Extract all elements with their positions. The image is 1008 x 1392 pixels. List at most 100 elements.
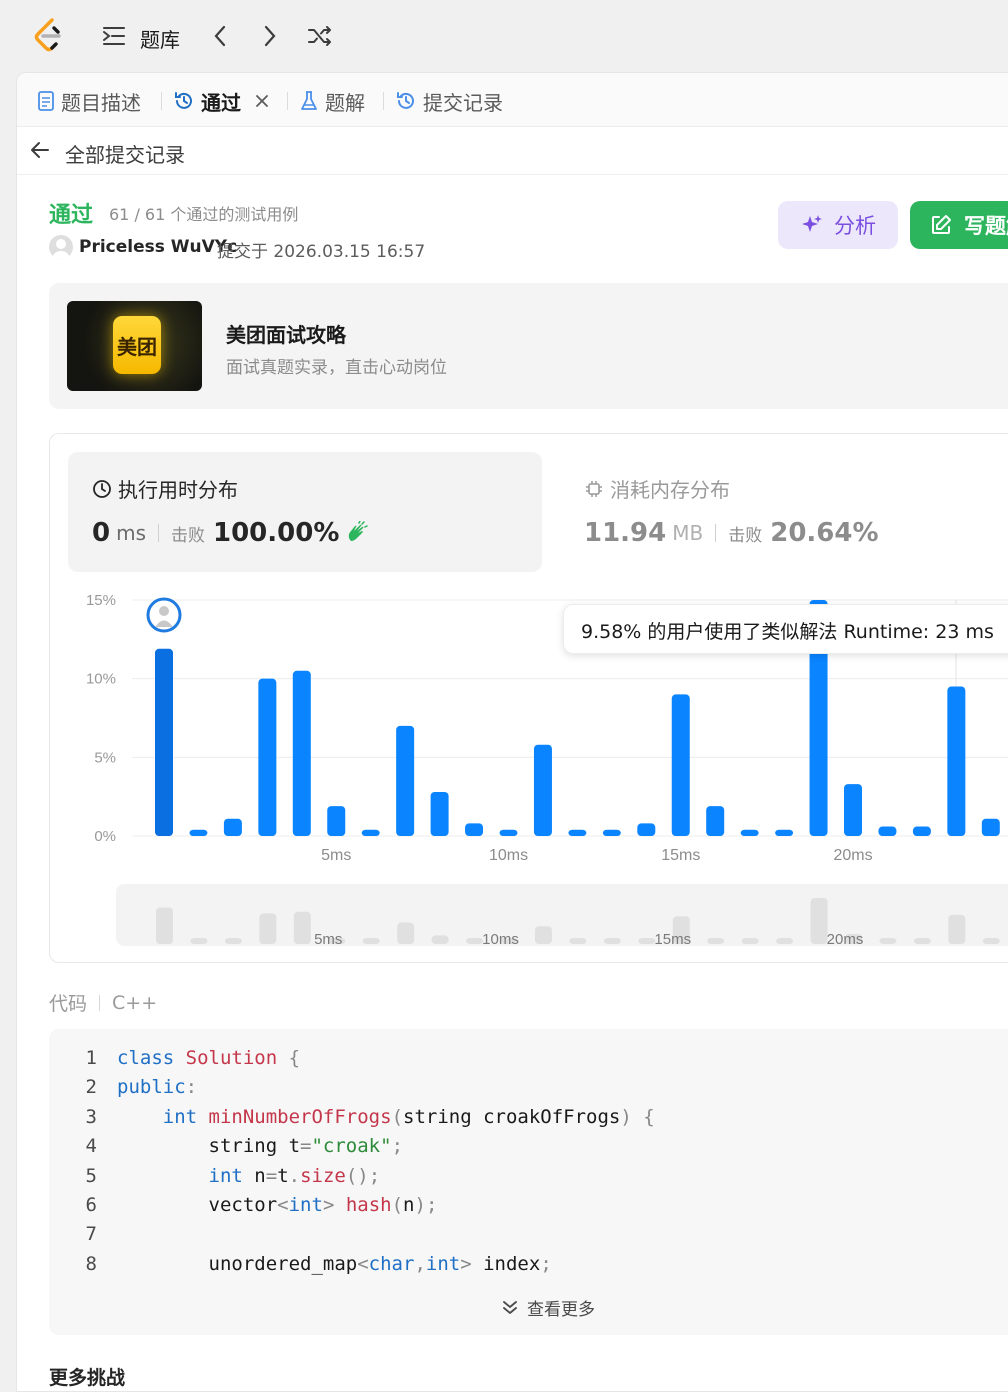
- tab-divider: [287, 92, 288, 110]
- chart-bar: [258, 678, 277, 836]
- username[interactable]: Priceless WuVYc: [79, 237, 237, 257]
- code-token: ) {: [620, 1105, 655, 1128]
- code-token: unordered_map: [117, 1252, 358, 1275]
- avatar-icon: [159, 606, 169, 616]
- performance-panel: 执行用时分布 0 ms 击败 100.00% 消耗内存分布 11.94 MB 击…: [49, 433, 1008, 963]
- runtime-beat-value: 100.00%: [213, 518, 340, 548]
- code-token: >: [460, 1252, 484, 1275]
- code-line: 2 public:: [49, 1076, 198, 1104]
- analyze-button[interactable]: 分析: [778, 201, 898, 249]
- problems-link[interactable]: 题库: [140, 24, 180, 53]
- clock-icon: [93, 479, 111, 498]
- chart-bar: [602, 829, 621, 836]
- description-icon: [38, 91, 54, 111]
- x-tick-label: 15ms: [661, 847, 700, 864]
- submit-time: 提交于 2026.03.15 16:57: [217, 242, 426, 262]
- overview-bar: [707, 938, 725, 944]
- chart-bar: [947, 686, 966, 836]
- write-label: 写题解: [964, 214, 1008, 238]
- tab-bar: 题目描述 通过 题解 提交记录: [17, 73, 1008, 127]
- show-more-button[interactable]: 查看更多: [501, 1295, 595, 1320]
- line-number: 5: [85, 1164, 97, 1187]
- write-solution-button[interactable]: 写题解: [910, 201, 1008, 249]
- promo-banner[interactable]: 美团 美团面试攻略 面试真题实录，直击心动岗位: [49, 283, 1008, 409]
- overview-bar: [982, 938, 1000, 944]
- code-line: 3 int minNumberOfFrogs(string croakOfFro…: [49, 1106, 655, 1134]
- promo-image: 美团: [67, 301, 202, 391]
- tab-submissions[interactable]: 提交记录: [395, 87, 503, 115]
- chevron-left-icon[interactable]: [206, 22, 234, 50]
- runtime-unit: ms: [116, 521, 146, 545]
- line-number: 2: [85, 1076, 97, 1099]
- overview-bar: [397, 922, 415, 944]
- runtime-title: 执行用时分布: [92, 474, 238, 503]
- logo-icon[interactable]: [32, 18, 66, 54]
- y-tick-label: 15%: [86, 592, 116, 609]
- code-token: <: [357, 1252, 369, 1275]
- back-label[interactable]: 全部提交记录: [65, 139, 185, 168]
- close-icon[interactable]: [255, 94, 269, 108]
- list-icon[interactable]: [100, 22, 128, 50]
- tab-accepted[interactable]: 通过: [173, 87, 275, 115]
- line-number: 4: [85, 1135, 97, 1158]
- code-label: 代码: [49, 993, 88, 1015]
- code-token: .: [288, 1164, 301, 1187]
- shuffle-icon[interactable]: [306, 22, 334, 50]
- code-token: {: [288, 1047, 301, 1069]
- overview-bar: [293, 911, 311, 944]
- tab-divider: [383, 92, 384, 110]
- chart-bar: [396, 725, 415, 836]
- chevron-right-icon[interactable]: [256, 22, 284, 50]
- memory-card[interactable]: 消耗内存分布 11.94 MB 击败 20.64%: [560, 452, 1008, 572]
- chevrons-down-icon: [503, 1300, 517, 1314]
- line-number: 1: [85, 1047, 97, 1069]
- overview-bar: [569, 938, 587, 944]
- tab-description[interactable]: 题目描述: [37, 87, 141, 115]
- runtime-card[interactable]: 执行用时分布 0 ms 击败 100.00%: [68, 452, 542, 572]
- overview-bar: [466, 938, 484, 944]
- more-challenges-title: 更多挑战: [49, 1367, 126, 1389]
- code-block[interactable]: 查看更多 1 class Solution {2 public: 3 int minN…: [49, 1029, 1008, 1335]
- overview-bar: [156, 907, 173, 944]
- chart-bar: [568, 829, 587, 836]
- code-token: ();: [345, 1164, 381, 1187]
- chart-bar: [292, 670, 311, 836]
- line-number: 7: [85, 1223, 97, 1246]
- chart-bar: [533, 744, 552, 836]
- tab-solutions[interactable]: 题解: [299, 87, 365, 115]
- arrow-left-icon[interactable]: [29, 139, 51, 161]
- top-bar: 题库: [0, 0, 1008, 72]
- code-token: ,: [414, 1252, 426, 1275]
- code-line: 4 string t = "croak";: [49, 1135, 403, 1163]
- line-number: 3: [85, 1105, 97, 1128]
- overview-bar: [638, 938, 656, 944]
- runtime-beat-label: 击败: [171, 525, 205, 546]
- code-token: vector: [117, 1194, 278, 1216]
- chart-bar: [465, 823, 484, 836]
- code-token: hash: [345, 1194, 392, 1216]
- chart-bar: [706, 806, 725, 836]
- code-token: :: [185, 1076, 198, 1099]
- code-token: >: [322, 1194, 346, 1216]
- avatar[interactable]: [49, 235, 73, 259]
- chart-bar: [671, 694, 690, 836]
- overview-bar: [741, 938, 759, 944]
- code-line: 5 int n = t. size ();: [49, 1164, 381, 1193]
- overview-bar: [259, 913, 277, 944]
- code-line: 6 vector < int > hash(n);: [49, 1194, 438, 1222]
- back-to-submissions[interactable]: 全部提交记录: [17, 127, 1008, 175]
- status-badge: 通过: [49, 203, 94, 228]
- overview-bar: [603, 938, 621, 944]
- code-token: int: [208, 1164, 255, 1187]
- code-token: t: [277, 1164, 289, 1187]
- chart-bar: [912, 826, 931, 836]
- chart-bar: [637, 823, 656, 836]
- code-token: =: [265, 1164, 278, 1187]
- chart-bar: [361, 829, 380, 836]
- x-tick-label: 10ms: [489, 847, 528, 864]
- code-token: public: [117, 1076, 186, 1099]
- clap-icon: [349, 521, 369, 541]
- chip-icon: [586, 480, 602, 497]
- code-token: ;: [540, 1252, 552, 1275]
